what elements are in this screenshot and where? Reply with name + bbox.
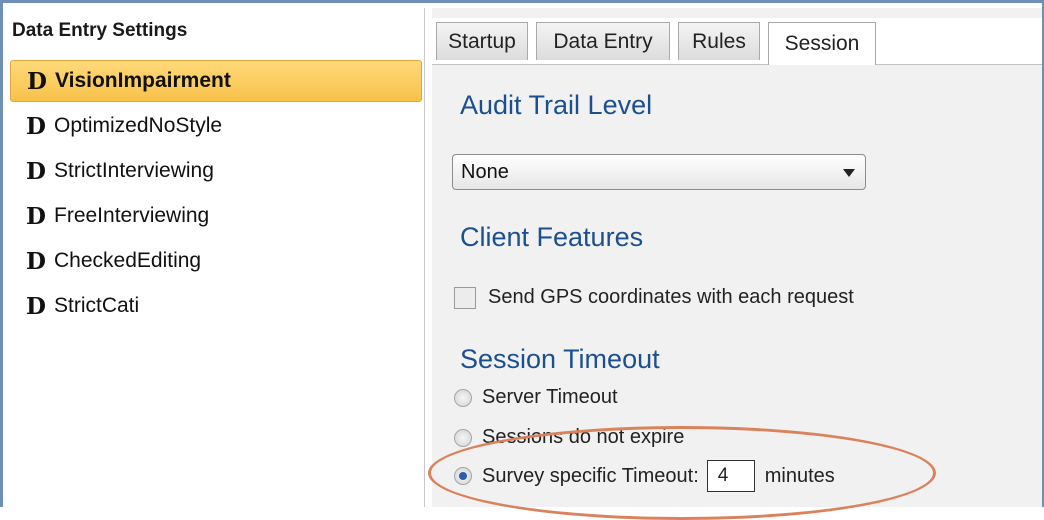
setting-d-icon: D — [26, 157, 46, 185]
setting-item-optimizednostyle[interactable]: D OptimizedNoStyle — [10, 105, 422, 147]
tab-data-entry[interactable]: Data Entry — [536, 22, 670, 60]
setting-item-visionimpairment[interactable]: D VisionImpairment — [10, 60, 422, 102]
setting-item-label: FreeInterviewing — [54, 204, 210, 227]
survey-timeout-option[interactable]: Survey specific Timeout: 4 minutes — [454, 460, 835, 492]
audit-trail-level-select[interactable]: None — [452, 154, 866, 190]
setting-d-icon: D — [27, 67, 47, 95]
data-entry-settings-panel: Data Entry Settings D VisionImpairment D… — [6, 8, 425, 507]
setting-item-freeinterviewing[interactable]: D FreeInterviewing — [10, 195, 422, 237]
client-features-heading: Client Features — [460, 222, 644, 252]
setting-item-strictcati[interactable]: D StrictCati — [10, 285, 422, 327]
setting-item-label: CheckedEditing — [54, 249, 202, 272]
setting-item-label: OptimizedNoStyle — [54, 114, 223, 137]
tab-session[interactable]: Session — [768, 22, 876, 65]
setting-d-icon: D — [26, 292, 46, 320]
setting-d-icon: D — [26, 247, 46, 275]
no-expire-label: Sessions do not expire — [482, 426, 685, 448]
audit-trail-level-value: None — [461, 160, 509, 183]
panel-title: Data Entry Settings — [12, 20, 188, 41]
no-expire-radio[interactable] — [454, 428, 472, 447]
tab-rules[interactable]: Rules — [678, 22, 760, 60]
setting-d-icon: D — [26, 202, 46, 230]
survey-timeout-label: Survey specific Timeout: — [482, 464, 699, 487]
session-settings-panel: Startup Data Entry Rules Session Audit T… — [432, 8, 1042, 507]
setting-item-strictinterviewing[interactable]: D StrictInterviewing — [10, 150, 422, 192]
server-timeout-label: Server Timeout — [482, 386, 618, 408]
survey-timeout-radio[interactable] — [454, 467, 472, 485]
chevron-down-icon — [843, 169, 855, 177]
gps-checkbox[interactable] — [454, 286, 476, 309]
setting-item-label: StrictInterviewing — [54, 159, 214, 182]
no-expire-option[interactable]: Sessions do not expire — [454, 426, 684, 449]
setting-item-checkedediting[interactable]: D CheckedEditing — [10, 240, 422, 282]
setting-d-icon: D — [26, 112, 46, 140]
setting-item-label: StrictCati — [54, 294, 140, 317]
timeout-unit-label: minutes — [764, 464, 835, 487]
server-timeout-radio[interactable] — [454, 388, 472, 407]
timeout-minutes-input[interactable]: 4 — [706, 460, 755, 492]
tab-startup[interactable]: Startup — [436, 22, 528, 60]
audit-trail-level-heading: Audit Trail Level — [460, 90, 653, 120]
setting-item-label: VisionImpairment — [55, 69, 231, 92]
server-timeout-option[interactable]: Server Timeout — [454, 386, 618, 409]
settings-list: D VisionImpairment D OptimizedNoStyle D … — [10, 60, 422, 330]
gps-label: Send GPS coordinates with each request — [488, 286, 854, 308]
gps-option[interactable]: Send GPS coordinates with each request — [454, 286, 854, 309]
tab-strip: Startup Data Entry Rules Session — [432, 18, 1042, 65]
session-timeout-heading: Session Timeout — [460, 344, 660, 374]
